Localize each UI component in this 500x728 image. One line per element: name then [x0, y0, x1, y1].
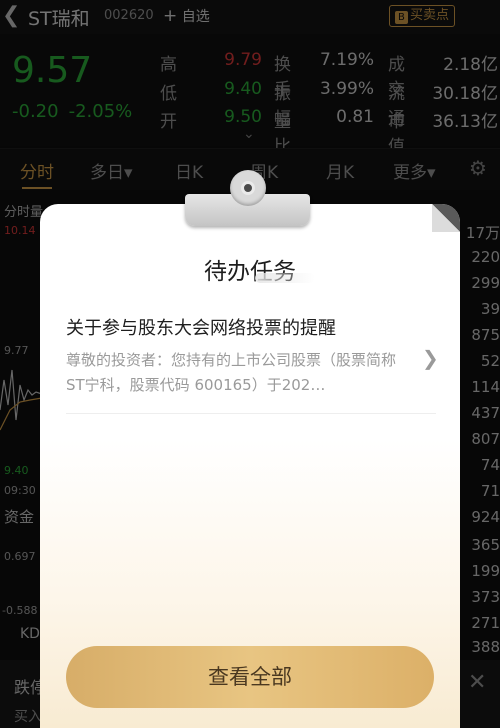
- modal-title: 待办任务: [204, 259, 296, 285]
- task-description: 尊敬的投资者：您持有的上市公司股票（股票简称 ST宁科，股票代码 600165）…: [66, 351, 397, 394]
- task-item[interactable]: 关于参与股东大会网络投票的提醒 尊敬的投资者：您持有的上市公司股票（股票简称 S…: [66, 316, 436, 398]
- title-decoration: [255, 273, 315, 283]
- task-title: 关于参与股东大会网络投票的提醒: [66, 318, 336, 339]
- divider: [66, 413, 436, 414]
- page-fold-corner: [432, 204, 460, 232]
- view-all-button[interactable]: 查看全部: [66, 646, 434, 708]
- clipboard-hole-icon: [241, 181, 255, 195]
- chevron-right-icon[interactable]: ❯: [422, 346, 439, 370]
- todo-modal: 待办任务 关于参与股东大会网络投票的提醒 尊敬的投资者：您持有的上市公司股票（股…: [40, 204, 460, 728]
